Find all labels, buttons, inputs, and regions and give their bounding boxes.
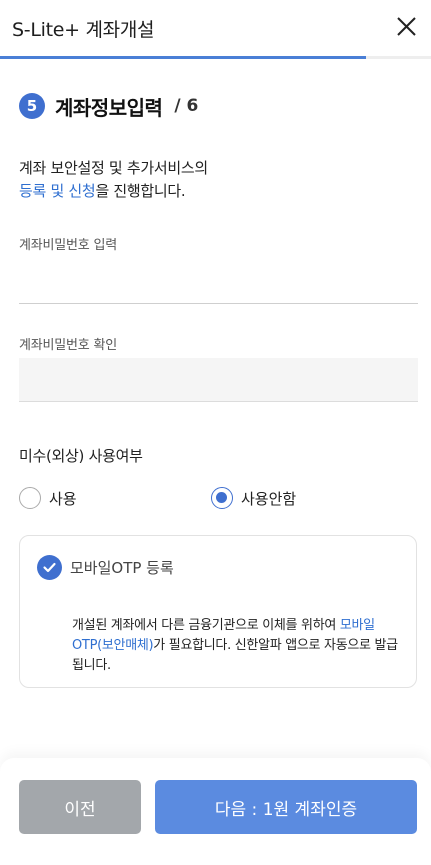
step-number-badge: 5 — [19, 93, 45, 119]
app-header: S-Lite+ 계좌개설 — [0, 0, 431, 59]
otp-title: 모바일OTP 등록 — [70, 559, 174, 577]
description-line2-rest: 을 진행합니다. — [95, 182, 186, 200]
progress-bar — [0, 56, 431, 59]
otp-desc-part1: 개설된 계좌에서 다른 금융기관으로 이체를 위하여 — [72, 618, 340, 633]
margin-usage-title: 미수(외상) 사용여부 — [19, 447, 143, 465]
step-title: 계좌정보입력 — [55, 95, 163, 120]
radio-not-use[interactable]: 사용안함 — [211, 487, 296, 509]
password-input[interactable] — [19, 260, 418, 304]
otp-description: 개설된 계좌에서 다른 금융기관으로 이체를 위하여 모바일 OTP(보안매체)… — [72, 616, 398, 676]
step-total: / 6 — [174, 96, 199, 116]
description-line1: 계좌 보안설정 및 추가서비스의 — [19, 159, 208, 177]
description-line2: 등록 및 신청을 진행합니다. — [19, 180, 208, 203]
progress-fill — [0, 56, 367, 59]
radio-not-use-label: 사용안함 — [241, 489, 297, 508]
step-indicator: 5 계좌정보입력 / 6 — [19, 92, 198, 120]
prev-button[interactable]: 이전 — [19, 780, 141, 834]
step-description: 계좌 보안설정 및 추가서비스의 등록 및 신청을 진행합니다. — [19, 157, 208, 203]
close-icon — [397, 17, 416, 36]
password-label: 계좌비밀번호 입력 — [19, 238, 118, 253]
close-button[interactable] — [391, 12, 421, 42]
radio-use-circle[interactable] — [19, 487, 41, 509]
radio-use-label: 사용 — [49, 489, 77, 508]
description-link: 등록 및 신청 — [19, 182, 96, 200]
page-title: S-Lite+ 계좌개설 — [12, 19, 155, 41]
radio-use[interactable]: 사용 — [19, 487, 77, 509]
next-button[interactable]: 다음 : 1원 계좌인증 — [155, 780, 417, 834]
footer-bar: 이전 다음 : 1원 계좌인증 — [0, 758, 431, 865]
password-confirm-label: 계좌비밀번호 확인 — [19, 338, 118, 353]
check-icon — [43, 562, 56, 573]
password-confirm-input[interactable] — [19, 358, 418, 402]
otp-checkbox[interactable] — [37, 555, 62, 580]
otp-card: 모바일OTP 등록 개설된 계좌에서 다른 금융기관으로 이체를 위하여 모바일… — [19, 535, 417, 688]
radio-not-use-circle[interactable] — [211, 487, 233, 509]
